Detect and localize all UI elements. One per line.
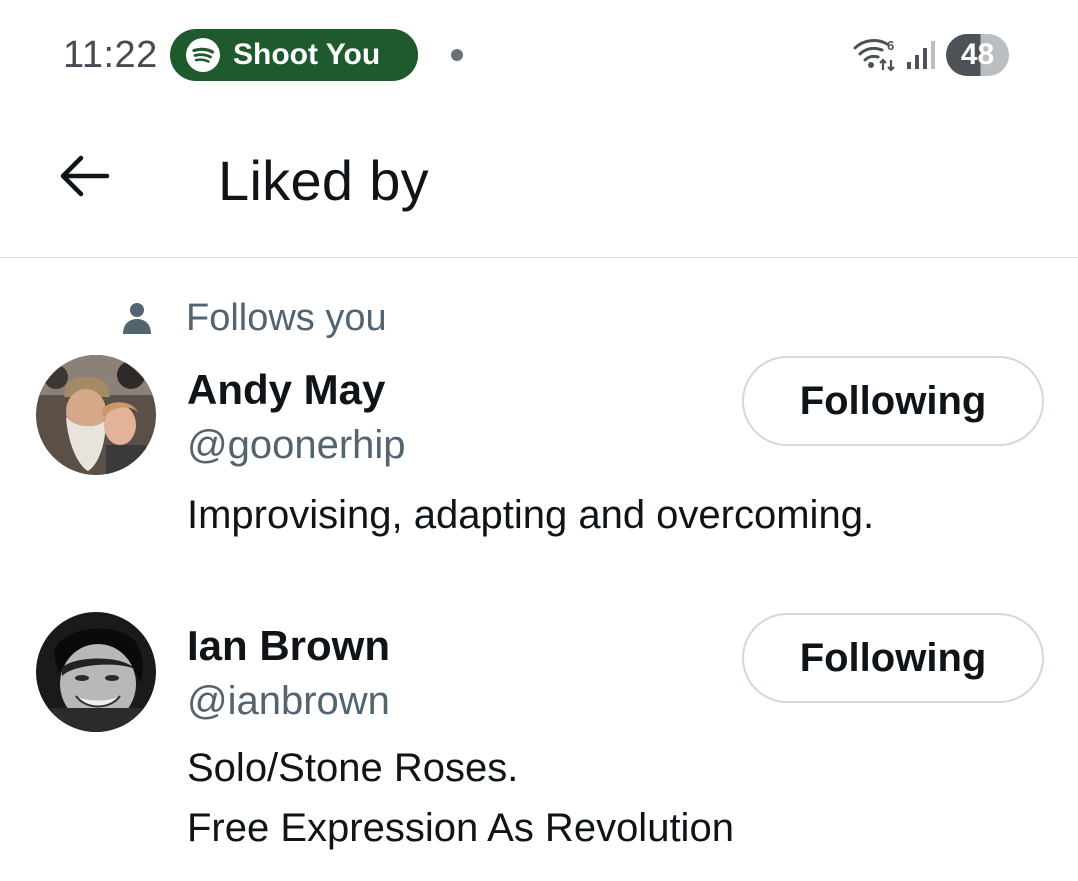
user-handle[interactable]: @goonerhip (187, 423, 406, 468)
follows-you-label: Follows you (186, 296, 387, 339)
cellular-signal-icon (907, 41, 935, 69)
page-title: Liked by (218, 149, 429, 212)
notification-dot (451, 49, 463, 61)
page-header: Liked by (0, 110, 1078, 258)
status-time: 11:22 (63, 34, 158, 76)
profile-photo (36, 612, 156, 732)
media-title: Shoot You (233, 38, 381, 71)
bio-line: Free Expression As Revolution (187, 806, 734, 850)
following-button[interactable]: Following (742, 613, 1044, 703)
person-icon (123, 303, 151, 334)
arrow-left-icon (60, 155, 110, 197)
user-bio: Improvising, adapting and overcoming. (187, 485, 874, 545)
avatar[interactable] (36, 612, 156, 732)
battery-indicator: 48 (946, 34, 1009, 76)
profile-photo (36, 355, 156, 475)
user-handle[interactable]: @ianbrown (187, 679, 390, 724)
media-playing-pill[interactable]: Shoot You (170, 29, 418, 81)
user-list-item[interactable]: Ian Brown @ianbrown Solo/Stone Roses. Fr… (0, 600, 1078, 881)
spotify-icon (186, 38, 220, 72)
svg-text:6: 6 (887, 38, 894, 53)
follows-you-indicator: Follows you (120, 296, 387, 339)
following-button[interactable]: Following (742, 356, 1044, 446)
wifi-6-icon: 6 (853, 38, 895, 72)
status-bar: 11:22 Shoot You 6 48 (0, 0, 1078, 110)
bio-line: Solo/Stone Roses. (187, 746, 519, 790)
user-bio: Solo/Stone Roses. Free Expression As Rev… (187, 738, 734, 858)
back-button[interactable] (48, 140, 120, 212)
screen: 11:22 Shoot You 6 48 Liked by Follows yo… (0, 0, 1078, 881)
avatar[interactable] (36, 355, 156, 475)
bio-line: Improvising, adapting and overcoming. (187, 493, 875, 537)
user-display-name[interactable]: Ian Brown (187, 622, 390, 670)
user-list-item[interactable]: Follows you Andy May @goonerhip Improvis… (0, 290, 1078, 570)
user-display-name[interactable]: Andy May (187, 366, 385, 414)
